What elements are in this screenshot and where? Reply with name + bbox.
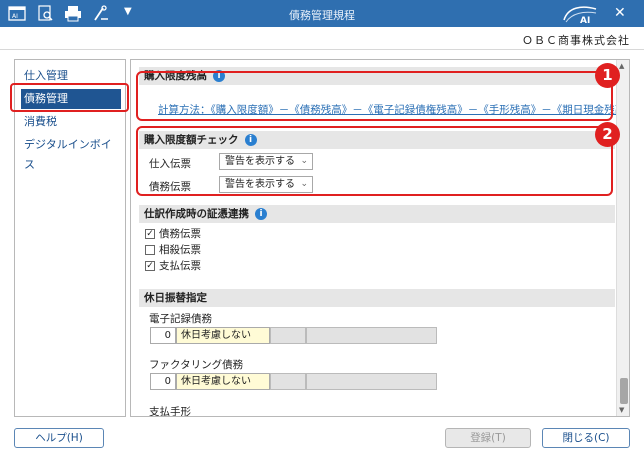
sidebar-item-digital-invoice[interactable]: デジタルインボイス <box>21 135 121 171</box>
scroll-down-icon[interactable]: ▼ <box>619 406 624 414</box>
window-title: 債務管理規程 <box>289 9 355 22</box>
divider <box>0 49 644 50</box>
sidebar-nav: 仕入管理 債務管理 消費税 デジタルインボイス <box>14 59 126 417</box>
info-icon[interactable]: i <box>255 208 267 220</box>
readonly-cell <box>306 373 437 390</box>
checkbox-label: 債務伝票 <box>159 228 201 240</box>
register-button[interactable]: 登録(T) <box>445 428 531 448</box>
sidebar-item-label: 仕入管理 <box>24 69 68 82</box>
sidebar-highlight <box>10 83 129 112</box>
badge-2: 2 <box>595 122 620 147</box>
highlight-box-2 <box>136 126 613 196</box>
sidebar-item-label: 消費税 <box>24 115 57 128</box>
code-input[interactable]: 0 <box>150 327 176 344</box>
section-header-holiday: 休日振替指定 <box>139 289 615 307</box>
badge-1: 1 <box>595 63 620 88</box>
sidebar-item-tax[interactable]: 消費税 <box>21 112 121 132</box>
holiday-row-factoring: 0 休日考慮しない <box>150 373 437 390</box>
scroll-up-icon[interactable]: ▲ <box>619 62 624 70</box>
scrollbar[interactable]: ▲ ▼ <box>616 60 629 416</box>
help-button[interactable]: ヘルプ(H) <box>14 428 104 448</box>
ai-logo-icon: AI <box>563 6 597 25</box>
highlight-box-1 <box>136 71 613 121</box>
holiday-value: 休日考慮しない <box>176 373 270 390</box>
readonly-cell <box>270 327 306 344</box>
checkbox-label: 相殺伝票 <box>159 244 201 256</box>
readonly-cell <box>270 373 306 390</box>
code-input[interactable]: 0 <box>150 373 176 390</box>
section-header-journal-link: 仕訳作成時の証憑連携 i <box>139 205 615 223</box>
readonly-cell <box>306 327 437 344</box>
checkbox-label: 支払伝票 <box>159 260 201 272</box>
company-name: ＯＢＣ商事株式会社 <box>522 34 630 47</box>
section-title: 休日振替指定 <box>144 292 207 304</box>
scroll-thumb[interactable] <box>620 378 628 404</box>
checkbox-checked[interactable]: ✓ <box>145 229 155 239</box>
checkbox-unchecked[interactable] <box>145 245 155 255</box>
close-button[interactable]: 閉じる(C) <box>542 428 630 448</box>
holiday-row-electronic: 0 休日考慮しない <box>150 327 437 344</box>
sub-label: ファクタリング債務 <box>149 359 244 371</box>
sidebar-item-label: デジタルインボイス <box>24 138 112 171</box>
checkbox-row[interactable]: ✓ 債務伝票 <box>145 228 201 241</box>
sub-label: 支払手形 <box>149 406 191 417</box>
sub-label: 電子記録債務 <box>149 313 212 325</box>
section-title: 仕訳作成時の証憑連携 <box>144 208 249 220</box>
checkbox-row[interactable]: 相殺伝票 <box>145 244 201 257</box>
checkbox-row[interactable]: ✓ 支払伝票 <box>145 260 201 273</box>
checkbox-checked[interactable]: ✓ <box>145 261 155 271</box>
svg-text:AI: AI <box>580 16 590 25</box>
close-window-icon[interactable]: ✕ <box>614 5 626 21</box>
title-bar: AI ▼ 債務管理規程 AI ✕ <box>0 0 644 27</box>
holiday-value: 休日考慮しない <box>176 327 270 344</box>
